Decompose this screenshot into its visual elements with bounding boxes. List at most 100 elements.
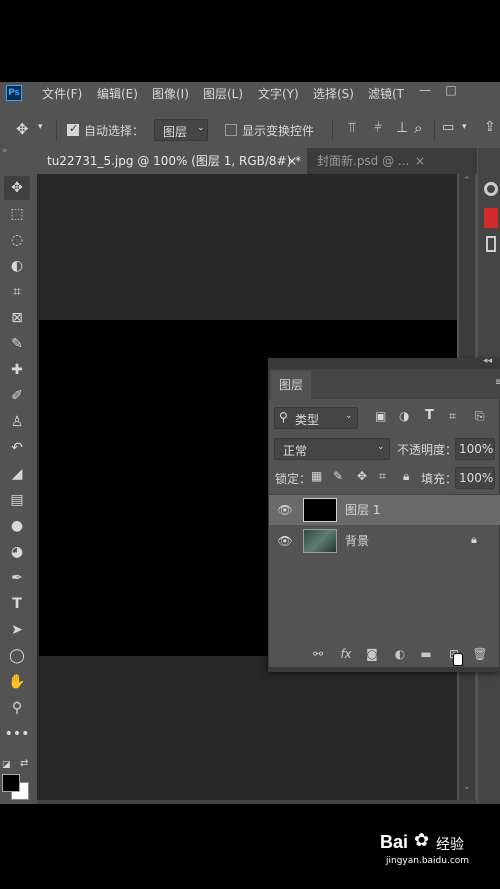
chevron-down-icon[interactable]: ▾ <box>462 122 467 132</box>
layer-row-background[interactable]: 👁︎ 背景 🔒︎ <box>269 526 500 556</box>
blur-tool-icon[interactable]: ● <box>4 514 30 538</box>
status-bar <box>37 800 477 804</box>
foreground-color-swatch[interactable] <box>2 774 20 792</box>
layer-filter-value: 类型 <box>295 413 320 427</box>
swatches-icon[interactable] <box>484 208 498 228</box>
more-tools-icon[interactable]: ••• <box>4 722 30 746</box>
lock-position-icon[interactable]: ✥ <box>357 469 367 483</box>
ellipse-tool-icon[interactable]: ◯ <box>4 644 30 668</box>
link-layers-icon[interactable]: ⚯ <box>309 646 327 662</box>
align-top-icon[interactable]: ⫪ <box>348 120 356 136</box>
menu-edit[interactable]: 编辑(E) <box>97 85 138 102</box>
pen-tool-icon[interactable]: ✒ <box>4 566 30 590</box>
menu-filter[interactable]: 滤镜(T <box>368 85 404 102</box>
menu-select[interactable]: 选择(S) <box>313 85 354 102</box>
dodge-tool-icon[interactable]: ◕ <box>4 540 30 564</box>
lock-transparent-icon[interactable]: ▦ <box>311 469 322 483</box>
eyedropper-tool-icon[interactable]: ✎ <box>4 332 30 356</box>
zoom-tool-icon[interactable]: ⚲ <box>4 696 30 720</box>
healing-brush-tool-icon[interactable]: ✚ <box>4 358 30 382</box>
lock-artboard-icon[interactable]: ⌗ <box>379 469 386 484</box>
fill-input[interactable]: 100% <box>455 467 495 489</box>
delete-layer-icon[interactable]: 🗑︎ <box>471 646 489 662</box>
blend-mode-value: 正常 <box>283 444 308 458</box>
brush-tool-icon[interactable]: ✐ <box>4 384 30 408</box>
auto-select-dropdown[interactable]: 图层 ⌄ <box>154 119 208 141</box>
layer-filter-dropdown[interactable]: ⚲ 类型 ⌄ <box>274 407 358 429</box>
lock-all-icon[interactable]: 🔒︎ <box>403 469 409 484</box>
align-middle-icon[interactable]: ⫩ <box>374 120 382 136</box>
collapse-icon[interactable]: » <box>2 146 8 156</box>
auto-select-checkbox[interactable] <box>67 122 79 136</box>
close-icon[interactable]: × <box>287 148 297 174</box>
quick-select-tool-icon[interactable]: ◐ <box>4 254 30 278</box>
collapse-icon[interactable]: ◂◂ <box>483 356 492 366</box>
menu-type[interactable]: 文字(Y) <box>258 85 299 102</box>
baidu-watermark: Bai ✿ 经验 jingyan.baidu.com <box>380 830 490 872</box>
maximize-button[interactable]: □ <box>438 82 464 100</box>
marquee-tool-icon[interactable]: ⬚ <box>4 202 30 226</box>
minimize-button[interactable]: — <box>412 82 438 100</box>
panel-header-strip[interactable]: ◂◂ <box>269 356 500 369</box>
move-tool-icon[interactable]: ✥ <box>4 176 30 200</box>
pixel-filter-icon[interactable]: ▣ <box>375 409 386 423</box>
layers-panel: ◂◂ 图层 ≡ ⚲ 类型 ⌄ ▣ ◑ T ⌗ ⎘ 正常 ⌄ 不透明度： 100%… <box>268 356 500 672</box>
align-bottom-icon[interactable]: ⊥ <box>396 120 408 136</box>
default-colors-icon[interactable]: ◪ <box>2 760 11 770</box>
path-select-tool-icon[interactable]: ➤ <box>4 618 30 642</box>
visibility-eye-icon[interactable]: 👁︎ <box>277 495 293 525</box>
adjustment-layer-icon[interactable]: ◐ <box>391 646 409 662</box>
menu-bar: Ps 文件(F) 编辑(E) 图像(I) 图层(L) 文字(Y) 选择(S) 滤… <box>0 82 500 104</box>
history-brush-tool-icon[interactable]: ↶ <box>4 436 30 460</box>
libraries-icon[interactable] <box>486 236 496 252</box>
menu-layer[interactable]: 图层(L) <box>203 85 243 102</box>
lock-icon[interactable]: 🔒︎ <box>471 533 477 547</box>
chevron-up-icon[interactable]: ⌃ <box>463 176 471 186</box>
chevron-down-icon: ⌄ <box>345 411 353 421</box>
show-transform-checkbox[interactable] <box>225 124 237 136</box>
tab-active-document[interactable]: tu22731_5.jpg @ 100% (图层 1, RGB/8#) * × <box>37 148 307 174</box>
fill-label: 填充： <box>421 472 458 486</box>
crop-tool-icon[interactable]: ⌗ <box>4 280 30 304</box>
type-filter-icon[interactable]: T <box>425 408 434 423</box>
color-wheel-icon[interactable] <box>484 182 498 196</box>
opacity-input[interactable]: 100% <box>455 438 495 460</box>
chevron-down-icon[interactable]: ⌄ <box>463 782 471 792</box>
opacity-value: 100% <box>459 442 494 456</box>
eraser-tool-icon[interactable]: ◢ <box>4 462 30 486</box>
fx-icon[interactable]: fx <box>337 646 355 662</box>
new-group-icon[interactable]: ▬ <box>417 646 435 662</box>
search-icon[interactable]: ⌕ <box>414 119 422 137</box>
hand-tool-icon[interactable]: ✋ <box>4 670 30 694</box>
layer-name: 背景 <box>345 534 370 548</box>
blend-mode-dropdown[interactable]: 正常 ⌄ <box>274 438 390 460</box>
type-tool-icon[interactable]: T <box>4 592 30 616</box>
close-icon[interactable]: × <box>415 148 425 174</box>
lock-paint-icon[interactable]: ✎ <box>333 469 343 483</box>
chevron-down-icon[interactable]: ▾ <box>38 122 43 132</box>
shape-filter-icon[interactable]: ⌗ <box>449 409 456 424</box>
share-icon[interactable]: ⇪ <box>484 119 496 135</box>
adjustment-filter-icon[interactable]: ◑ <box>399 409 409 423</box>
gradient-tool-icon[interactable]: ▤ <box>4 488 30 512</box>
smart-object-filter-icon[interactable]: ⎘ <box>475 409 485 424</box>
move-tool-icon[interactable]: ✥ <box>16 120 29 138</box>
tab-layers[interactable]: 图层 <box>271 371 311 399</box>
clone-stamp-tool-icon[interactable]: ♙ <box>4 410 30 434</box>
tab-label: tu22731_5.jpg @ 100% (图层 1, RGB/8#) * <box>47 154 302 168</box>
swap-colors-icon[interactable]: ⇄ <box>20 758 28 769</box>
photoshop-logo: Ps <box>6 85 22 101</box>
chevron-down-icon: ⌄ <box>377 442 385 452</box>
lasso-tool-icon[interactable]: ◌ <box>4 228 30 252</box>
tab-cover-document[interactable]: 封面新.psd @ ... × <box>309 148 429 174</box>
add-mask-icon[interactable]: ◙ <box>363 646 381 662</box>
workspace-icon[interactable]: ▭ <box>442 120 454 135</box>
frame-tool-icon[interactable]: ⊠ <box>4 306 30 330</box>
menu-file[interactable]: 文件(F) <box>42 85 82 102</box>
layer-name: 图层 1 <box>345 503 381 517</box>
menu-image[interactable]: 图像(I) <box>152 85 189 102</box>
tab-label: 封面新.psd @ ... <box>317 154 410 168</box>
visibility-eye-icon[interactable]: 👁︎ <box>277 526 293 556</box>
panel-menu-icon[interactable]: ≡ <box>495 377 500 388</box>
layer-row-layer1[interactable]: 👁︎ 图层 1 <box>269 495 500 525</box>
